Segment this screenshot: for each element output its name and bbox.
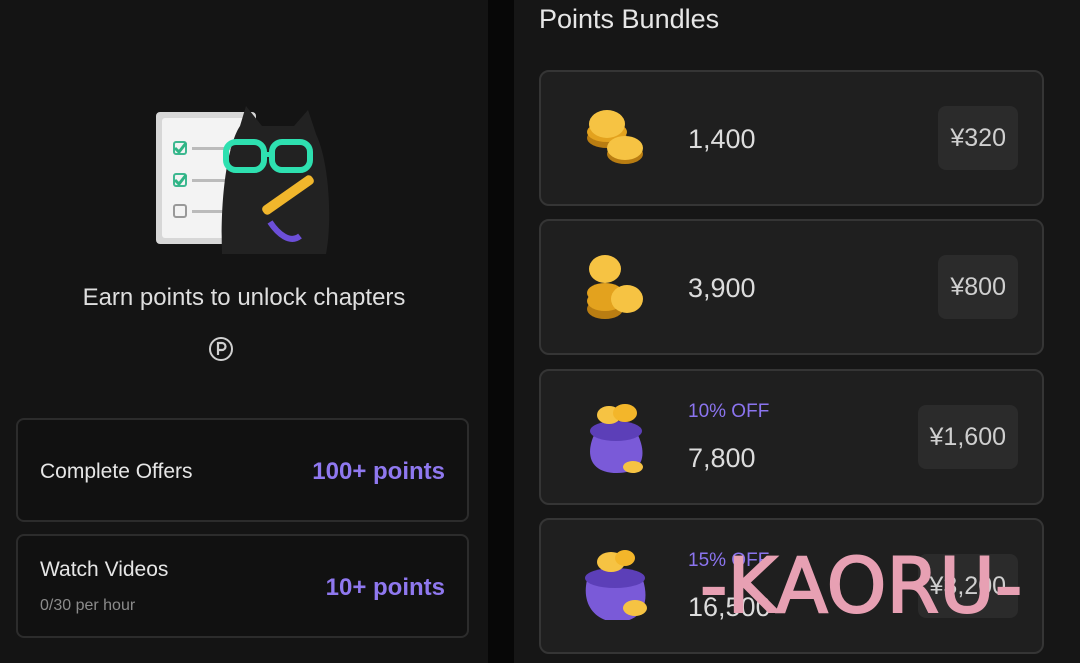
bundle-amount: 3,900 xyxy=(688,273,756,303)
cat-checklist-illustration xyxy=(156,106,330,254)
offer-points: 10+ points xyxy=(325,574,445,601)
coin-bag-icon xyxy=(590,404,643,473)
offer-title: Watch Videos xyxy=(40,558,169,581)
points-bundles-title: Points Bundles xyxy=(539,4,720,34)
bundle-card[interactable]: 1,400 ¥320 xyxy=(539,70,1044,206)
bundle-card[interactable]: 3,900 ¥800 xyxy=(539,219,1044,355)
complete-offers-card[interactable]: Complete Offers 100+ points xyxy=(16,418,469,522)
bundle-card[interactable]: 10% OFF 7,800 ¥1,600 xyxy=(539,369,1044,505)
kaoru-watermark: -KAORU- xyxy=(700,540,1023,628)
watch-videos-card[interactable]: Watch Videos 0/30 per hour 10+ points xyxy=(16,534,469,638)
offer-subtitle: 0/30 per hour xyxy=(40,597,136,614)
earn-points-title: Earn points to unlock chapters xyxy=(82,284,406,311)
bundle-amount: 1,400 xyxy=(688,124,756,154)
watermark-text: -KAORU- xyxy=(700,541,1022,628)
bundle-amount: 7,800 xyxy=(688,443,756,473)
coin-pot-icon xyxy=(585,550,647,620)
coin-stack-small-icon xyxy=(587,110,643,164)
coin-stack-medium-icon xyxy=(587,255,643,319)
offer-points: 100+ points xyxy=(312,458,445,485)
price-button[interactable]: ¥1,600 xyxy=(917,405,1018,469)
points-circle-icon xyxy=(209,337,233,361)
price-button[interactable]: ¥320 xyxy=(938,106,1018,170)
panel-divider xyxy=(488,0,514,663)
price-button[interactable]: ¥800 xyxy=(938,255,1018,319)
discount-label: 10% OFF xyxy=(688,401,770,422)
offer-title: Complete Offers xyxy=(40,460,193,483)
